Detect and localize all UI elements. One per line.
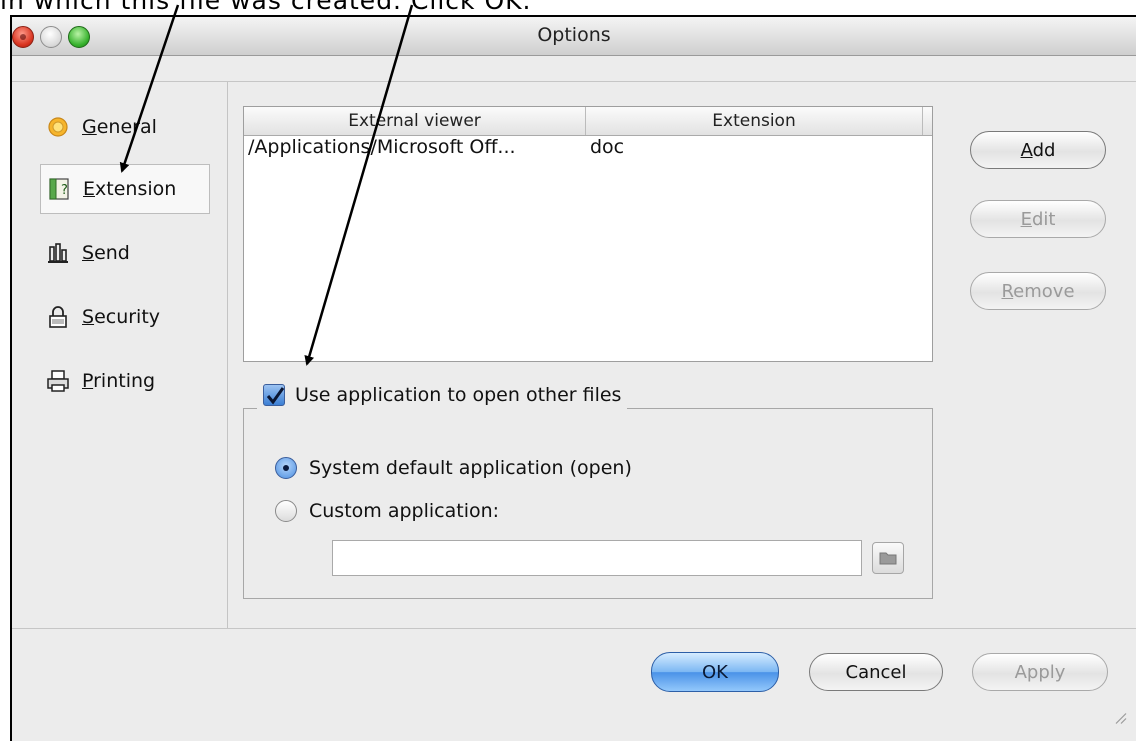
- sidebar-item-send[interactable]: Send: [40, 228, 210, 278]
- add-button-label: Add: [1020, 139, 1056, 161]
- radio-custom-application-label: Custom application:: [309, 500, 500, 522]
- title-bar: Options: [12, 17, 1136, 56]
- radio-custom-application[interactable]: Custom application:: [275, 496, 499, 526]
- sidebar: General ? Extension Send Security Printi…: [12, 82, 228, 628]
- column-header-external-viewer[interactable]: External viewer: [244, 107, 586, 135]
- cancel-button-label: Cancel: [845, 661, 907, 683]
- sidebar-item-label: Printing: [82, 370, 156, 392]
- sidebar-item-extension[interactable]: ? Extension: [40, 164, 210, 214]
- sidebar-item-label: Security: [82, 306, 161, 328]
- radio-custom-application-control[interactable]: [275, 500, 297, 522]
- sidebar-item-general[interactable]: General: [40, 102, 210, 152]
- remove-button[interactable]: Remove: [970, 272, 1106, 310]
- sidebar-item-label: Extension: [83, 178, 177, 200]
- remove-button-label: Remove: [1001, 280, 1075, 302]
- use-application-checkbox[interactable]: [263, 384, 285, 406]
- apply-button-label: Apply: [1014, 661, 1066, 683]
- options-window: Options General ? Extension Send Securit…: [10, 15, 1136, 741]
- window-title: Options: [537, 24, 611, 46]
- ok-button[interactable]: OK: [651, 652, 779, 692]
- sidebar-item-printing[interactable]: Printing: [40, 356, 210, 406]
- cell-external-viewer: /Applications/Microsoft Off...: [248, 136, 516, 158]
- use-application-label: Use application to open other files: [295, 384, 622, 406]
- ok-button-label: OK: [702, 661, 728, 683]
- browse-button[interactable]: [872, 542, 904, 574]
- edit-button-label: Edit: [1020, 208, 1056, 230]
- resize-grip-icon[interactable]: [1110, 707, 1128, 726]
- column-header-extension[interactable]: Extension: [586, 107, 923, 135]
- table-header: External viewer Extension: [244, 107, 932, 136]
- add-button[interactable]: Add: [970, 131, 1106, 169]
- cancel-button[interactable]: Cancel: [809, 653, 943, 691]
- radio-system-default-control[interactable]: [275, 457, 297, 479]
- radio-system-default[interactable]: System default application (open): [275, 453, 632, 483]
- lock-icon: [46, 305, 70, 329]
- extension-settings: External viewer Extension /Applications/…: [227, 82, 1136, 628]
- sidebar-item-label: Send: [82, 242, 130, 264]
- printer-icon: [46, 369, 70, 393]
- sun-icon: [46, 115, 70, 139]
- extension-table[interactable]: External viewer Extension /Applications/…: [243, 106, 933, 362]
- sidebar-item-security[interactable]: Security: [40, 292, 210, 342]
- svg-text:?: ?: [61, 183, 68, 198]
- help-book-icon: ?: [47, 177, 71, 201]
- send-tray-icon: [46, 241, 70, 265]
- instruction-caption: in which this file was created. Click OK…: [0, 0, 532, 15]
- sidebar-item-label: General: [82, 116, 157, 138]
- open-files-legend: Use application to open other files: [257, 376, 628, 414]
- apply-button[interactable]: Apply: [972, 653, 1108, 691]
- table-row[interactable]: /Applications/Microsoft Off... doc: [244, 136, 932, 162]
- custom-application-path-input[interactable]: [332, 540, 862, 576]
- folder-icon: [879, 552, 897, 565]
- check-icon: [266, 387, 285, 405]
- radio-system-default-label: System default application (open): [309, 457, 632, 479]
- cell-extension: doc: [590, 136, 625, 158]
- edit-button[interactable]: Edit: [970, 200, 1106, 238]
- options-panel: General ? Extension Send Security Printi…: [12, 81, 1136, 629]
